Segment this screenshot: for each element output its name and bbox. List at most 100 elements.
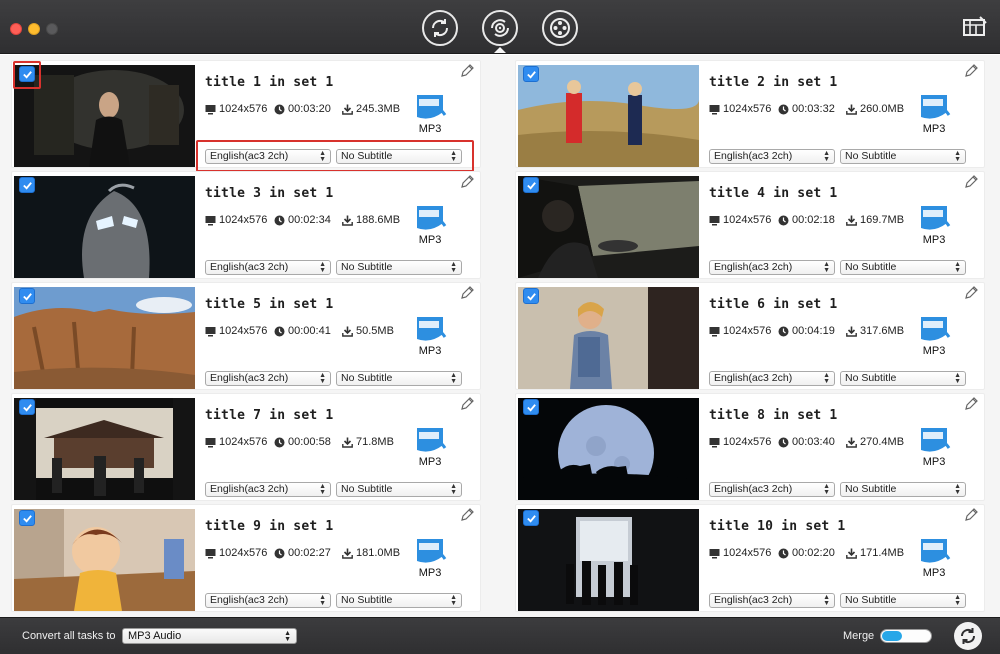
clock-icon (778, 215, 789, 225)
video-thumbnail[interactable] (518, 287, 699, 389)
file-size: 270.4MB (846, 436, 904, 448)
output-format-button[interactable]: MP3 (916, 535, 952, 583)
audio-track-select[interactable]: English(ac3 2ch) ▲ ▼ (205, 260, 331, 275)
select-arrows-icon: ▲ ▼ (954, 372, 961, 385)
edit-pencil-icon[interactable] (963, 174, 979, 190)
edit-pencil-icon[interactable] (963, 63, 979, 79)
select-arrows-icon: ▲ ▼ (450, 594, 457, 607)
size-value: 317.6MB (860, 325, 905, 337)
select-arrows-icon: ▲ ▼ (450, 372, 457, 385)
toolbox-icon[interactable] (962, 16, 988, 38)
select-checkbox[interactable] (19, 288, 35, 304)
audio-track-select[interactable]: English(ac3 2ch) ▲ ▼ (709, 149, 835, 164)
audio-track-select[interactable]: English(ac3 2ch) ▲ ▼ (709, 371, 835, 386)
audio-track-select[interactable]: English(ac3 2ch) ▲ ▼ (205, 593, 331, 608)
video-thumbnail[interactable] (14, 176, 195, 278)
edit-pencil-icon[interactable] (459, 396, 475, 412)
edit-pencil-icon[interactable] (459, 507, 475, 523)
subtitle-select[interactable]: No Subtitle ▲ ▼ (840, 371, 966, 386)
select-checkbox[interactable] (523, 399, 539, 415)
subtitle-value: No Subtitle (845, 150, 897, 162)
zoom-window-button[interactable] (46, 23, 58, 35)
duration-value: 00:02:34 (288, 214, 331, 226)
subtitle-select[interactable]: No Subtitle ▲ ▼ (840, 149, 966, 164)
video-thumbnail[interactable] (14, 287, 195, 389)
select-checkbox[interactable] (523, 288, 539, 304)
video-thumbnail[interactable] (14, 398, 195, 500)
audio-track-select[interactable]: English(ac3 2ch) ▲ ▼ (205, 482, 331, 497)
select-checkbox[interactable] (19, 399, 35, 415)
file-size: 317.6MB (846, 325, 904, 337)
video-thumbnail[interactable] (518, 398, 699, 500)
duration-value: 00:02:18 (792, 214, 835, 226)
subtitle-select[interactable]: No Subtitle ▲ ▼ (840, 482, 966, 497)
subtitle-select[interactable]: No Subtitle ▲ ▼ (336, 371, 462, 386)
monitor-icon (709, 437, 720, 447)
subtitle-select[interactable]: No Subtitle ▲ ▼ (336, 260, 462, 275)
resolution: 1024x576 (205, 547, 267, 559)
merge-toggle[interactable] (880, 629, 932, 643)
audio-track-select[interactable]: English(ac3 2ch) ▲ ▼ (709, 482, 835, 497)
output-format-button[interactable]: MP3 (412, 313, 448, 361)
output-format-button[interactable]: MP3 (916, 202, 952, 250)
output-format-button[interactable]: MP3 (412, 424, 448, 472)
select-checkbox[interactable] (523, 66, 539, 82)
video-thumbnail[interactable] (518, 509, 699, 611)
subtitle-value: No Subtitle (845, 483, 897, 495)
select-checkbox[interactable] (19, 66, 35, 82)
output-format-button[interactable]: MP3 (412, 535, 448, 583)
select-checkbox[interactable] (523, 510, 539, 526)
output-format-button[interactable]: MP3 (916, 424, 952, 472)
duration: 00:00:58 (274, 436, 331, 448)
select-arrows-icon: ▲ ▼ (450, 261, 457, 274)
close-window-button[interactable] (10, 23, 22, 35)
select-checkbox[interactable] (19, 177, 35, 193)
file-size: 188.6MB (342, 214, 400, 226)
title-label: title 9 in set 1 (205, 519, 334, 534)
rip-mode-button[interactable] (482, 10, 518, 53)
video-thumbnail[interactable] (14, 509, 195, 611)
title-label: title 4 in set 1 (709, 186, 838, 201)
edit-mode-button[interactable] (542, 10, 578, 46)
audio-track-select[interactable]: English(ac3 2ch) ▲ ▼ (205, 371, 331, 386)
format-label: MP3 (922, 456, 946, 468)
start-convert-button[interactable] (954, 622, 982, 650)
convert-all-select[interactable]: MP3 Audio ▲ ▼ (122, 628, 297, 644)
convert-mode-button[interactable] (422, 10, 458, 46)
subtitle-select[interactable]: No Subtitle ▲ ▼ (336, 149, 462, 164)
file-size: 171.4MB (846, 547, 904, 559)
convert-start-icon (960, 628, 976, 644)
audio-track-value: English(ac3 2ch) (714, 261, 793, 273)
title-card: title 9 in set 1 1024x576 00:02:27 181.0… (11, 504, 481, 612)
subtitle-select[interactable]: No Subtitle ▲ ▼ (840, 593, 966, 608)
video-thumbnail[interactable] (518, 176, 699, 278)
audio-track-select[interactable]: English(ac3 2ch) ▲ ▼ (205, 149, 331, 164)
edit-pencil-icon[interactable] (963, 507, 979, 523)
resolution-value: 1024x576 (219, 325, 268, 337)
select-checkbox[interactable] (523, 177, 539, 193)
audio-track-value: English(ac3 2ch) (714, 483, 793, 495)
audio-track-select[interactable]: English(ac3 2ch) ▲ ▼ (709, 260, 835, 275)
select-checkbox[interactable] (19, 510, 35, 526)
output-format-button[interactable]: MP3 (916, 91, 952, 139)
subtitle-select[interactable]: No Subtitle ▲ ▼ (336, 482, 462, 497)
output-format-button[interactable]: MP3 (412, 202, 448, 250)
video-thumbnail[interactable] (14, 65, 195, 167)
audio-track-value: English(ac3 2ch) (714, 594, 793, 606)
edit-pencil-icon[interactable] (963, 396, 979, 412)
edit-pencil-icon[interactable] (459, 63, 475, 79)
edit-pencil-icon[interactable] (459, 174, 475, 190)
audio-track-select[interactable]: English(ac3 2ch) ▲ ▼ (709, 593, 835, 608)
minimize-window-button[interactable] (28, 23, 40, 35)
output-format-button[interactable]: MP3 (412, 91, 448, 139)
video-thumbnail[interactable] (518, 65, 699, 167)
audio-track-value: English(ac3 2ch) (210, 372, 289, 384)
subtitle-select[interactable]: No Subtitle ▲ ▼ (840, 260, 966, 275)
subtitle-select[interactable]: No Subtitle ▲ ▼ (336, 593, 462, 608)
merge-label: Merge (843, 630, 875, 642)
output-format-button[interactable]: MP3 (916, 313, 952, 361)
format-label: MP3 (418, 456, 442, 468)
edit-pencil-icon[interactable] (459, 285, 475, 301)
file-size: 169.7MB (846, 214, 904, 226)
edit-pencil-icon[interactable] (963, 285, 979, 301)
